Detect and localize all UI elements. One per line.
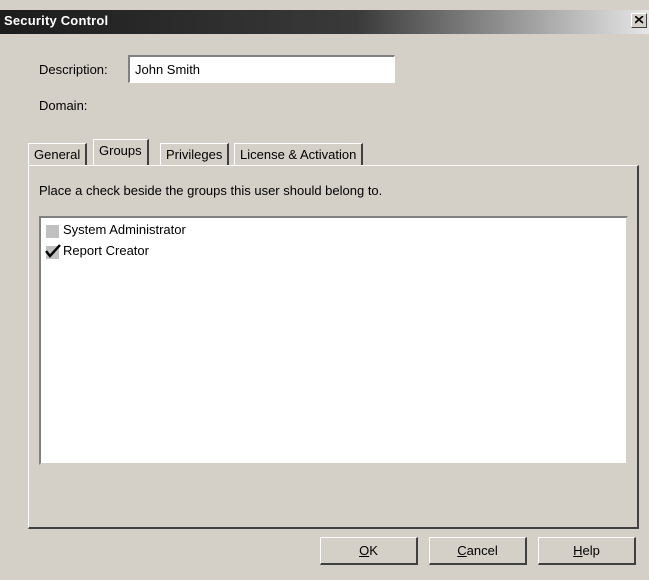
ok-mnemonic: O — [359, 543, 370, 558]
title-bar: Security Control — [0, 10, 649, 34]
checkmark-icon — [45, 244, 61, 258]
ok-label-rest: K — [369, 543, 378, 558]
window-title: Security Control — [4, 13, 109, 28]
description-label: Description: — [39, 62, 108, 77]
system-administrator-checkbox[interactable] — [46, 225, 59, 238]
close-icon — [635, 16, 644, 24]
help-label-rest: elp — [582, 543, 600, 558]
security-control-dialog: Security Control Description: Domain: Ge… — [0, 0, 649, 580]
groups-instruction: Place a check beside the groups this use… — [39, 183, 383, 198]
help-mnemonic: H — [573, 543, 583, 558]
help-button[interactable]: Help — [538, 537, 636, 565]
domain-label: Domain: — [39, 98, 88, 113]
tab-general[interactable]: General — [28, 143, 88, 165]
ok-button[interactable]: OK — [320, 537, 418, 565]
report-creator-checkbox[interactable] — [45, 244, 61, 259]
tab-groups[interactable]: Groups — [93, 139, 149, 165]
cancel-button[interactable]: Cancel — [429, 537, 527, 565]
cancel-label-rest: ancel — [466, 543, 498, 558]
description-field[interactable] — [128, 55, 395, 83]
group-label: System Administrator — [63, 222, 186, 237]
cancel-mnemonic: C — [457, 543, 467, 558]
groups-list[interactable]: System Administrator Report Creator — [39, 216, 628, 465]
close-button[interactable] — [631, 13, 647, 28]
group-label: Report Creator — [63, 243, 149, 258]
tab-license-activation[interactable]: License & Activation — [234, 143, 364, 165]
tab-privileges[interactable]: Privileges — [160, 143, 230, 165]
